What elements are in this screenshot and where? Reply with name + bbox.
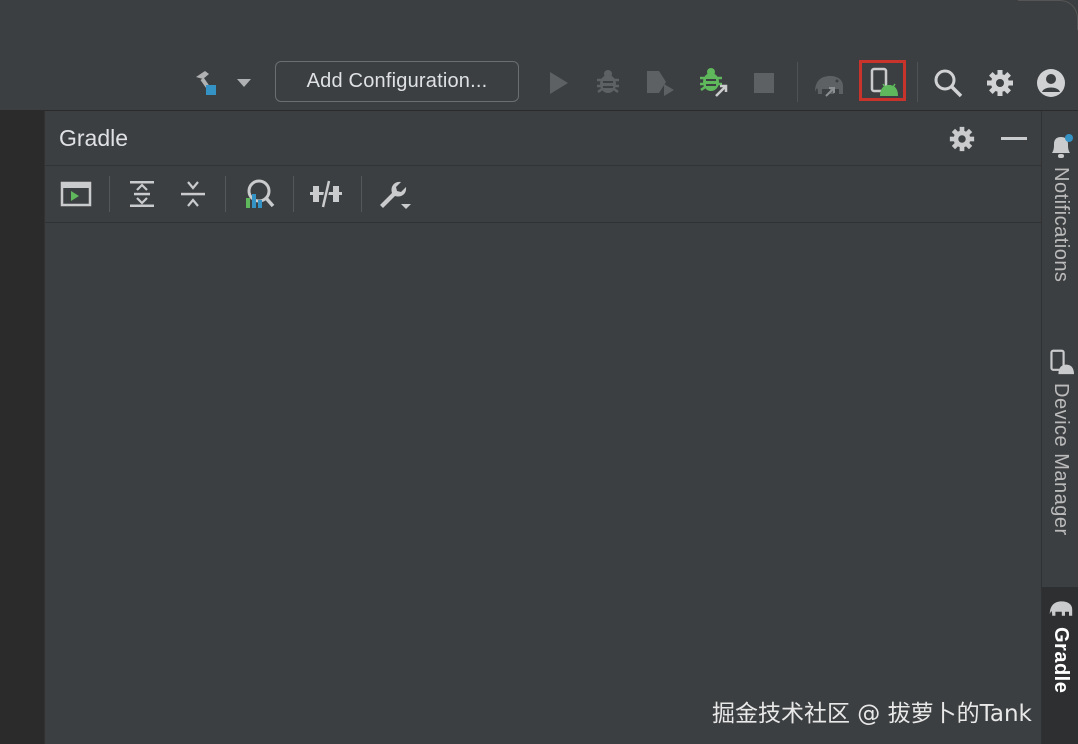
notifications-tab[interactable]: Notifications xyxy=(1042,133,1078,319)
add-configuration-button[interactable]: Add Configuration... xyxy=(275,61,519,102)
analyze-dependencies-icon[interactable] xyxy=(241,177,277,211)
toolbar-separator xyxy=(361,176,362,212)
watermark-text: 掘金技术社区 @ 拔萝卜的Tank xyxy=(712,701,1032,727)
apply-changes-icon[interactable] xyxy=(695,65,731,99)
settings-icon[interactable] xyxy=(983,66,1017,100)
stop-icon[interactable] xyxy=(748,67,780,99)
panel-settings-icon[interactable] xyxy=(946,123,978,155)
minimize-icon[interactable] xyxy=(998,123,1030,155)
gradle-tasks-tree xyxy=(45,223,1041,744)
device-manager-tab[interactable]: Device Manager xyxy=(1042,347,1078,557)
window-corner xyxy=(1018,0,1078,30)
panel-title: Gradle xyxy=(59,125,129,151)
toolbar-separator xyxy=(293,176,294,212)
bell-icon xyxy=(1048,133,1074,161)
run-icon[interactable] xyxy=(542,67,574,99)
left-tool-strip xyxy=(0,111,45,744)
run-coverage-icon[interactable] xyxy=(643,66,677,98)
collapse-all-icon[interactable] xyxy=(176,178,210,210)
notifications-tab-label: Notifications xyxy=(1050,167,1072,283)
device-manager-icon xyxy=(1048,347,1074,377)
account-icon[interactable] xyxy=(1034,66,1068,100)
toolbar-separator xyxy=(917,62,918,102)
toolbar-separator xyxy=(797,62,798,102)
main-toolbar: Add Configuration... xyxy=(0,0,1078,111)
hammer-build-icon[interactable] xyxy=(190,66,222,98)
gradle-toolbar xyxy=(45,166,1041,223)
toolbar-separator xyxy=(225,176,226,212)
debug-icon[interactable] xyxy=(592,66,624,98)
toggle-offline-icon[interactable] xyxy=(308,178,344,210)
execute-task-icon[interactable] xyxy=(59,179,93,209)
expand-all-icon[interactable] xyxy=(125,178,159,210)
right-tool-strip: Notifications Device Manager Gradle xyxy=(1041,111,1078,744)
build-tool-settings-icon[interactable] xyxy=(375,177,413,211)
gradle-panel: Gradle xyxy=(45,111,1041,744)
panel-header: Gradle xyxy=(45,111,1041,166)
device-manager-icon[interactable] xyxy=(866,65,900,99)
search-icon[interactable] xyxy=(931,66,965,100)
elephant-icon xyxy=(1047,595,1075,621)
gradle-tab[interactable]: Gradle xyxy=(1042,587,1078,744)
gradle-tab-label: Gradle xyxy=(1050,627,1072,694)
gradle-sync-icon[interactable] xyxy=(811,66,847,100)
dropdown-arrow-icon[interactable] xyxy=(232,72,256,94)
toolbar-separator xyxy=(109,176,110,212)
device-manager-tab-label: Device Manager xyxy=(1050,383,1072,536)
